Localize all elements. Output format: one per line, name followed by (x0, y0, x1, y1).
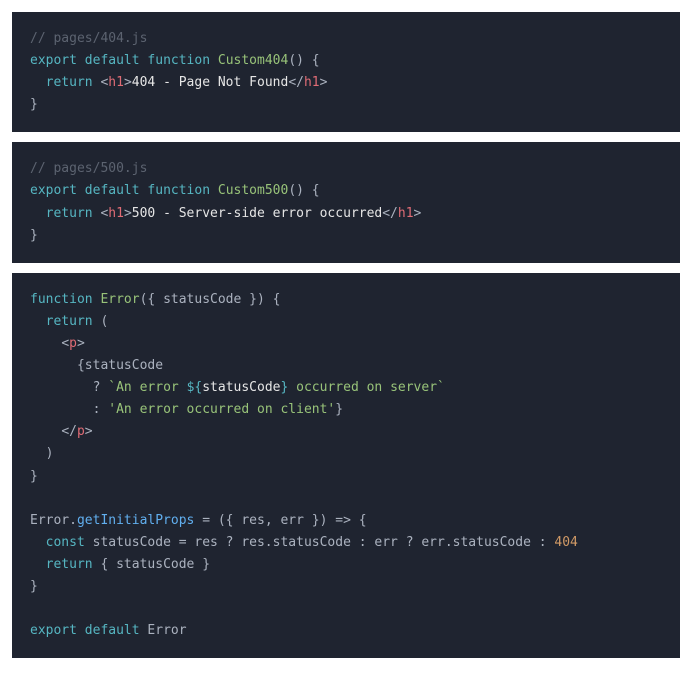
identifier: Error (140, 623, 187, 638)
kw-default: default (85, 53, 140, 68)
punct: > (85, 424, 93, 439)
template-var: statusCode (202, 380, 280, 395)
template-str: An error (116, 380, 186, 395)
code-pre: function Error({ statusCode }) { return … (30, 289, 662, 643)
ternary-colon: : (93, 402, 109, 417)
kw-export: export (30, 183, 77, 198)
punct: > (77, 336, 85, 351)
kw-const: const (46, 535, 85, 550)
punct: } (30, 228, 38, 243)
kw-function: function (147, 183, 210, 198)
jsx-tag: h1 (108, 75, 124, 90)
code-comment: // pages/404.js (30, 31, 147, 46)
jsx-tag: h1 (304, 75, 320, 90)
jsx-tag: h1 (398, 206, 414, 221)
template-str: occurred on server (288, 380, 437, 395)
punct: > (124, 75, 132, 90)
jsx-tag: h1 (108, 206, 124, 221)
punct: } (30, 97, 38, 112)
punct: } (335, 402, 343, 417)
jsx-tag: p (77, 424, 85, 439)
kw-return: return (46, 206, 93, 221)
code-block-500: // pages/500.js export default function … (12, 142, 680, 262)
kw-export: export (30, 53, 77, 68)
number-literal: 404 (554, 535, 577, 550)
punct: } (30, 469, 38, 484)
code-text: { statusCode } (93, 557, 210, 572)
punct: ({ statusCode }) { (140, 292, 281, 307)
code-pre: // pages/404.js export default function … (30, 28, 662, 116)
jsx-expr: {statusCode (77, 358, 163, 373)
punct: > (414, 206, 422, 221)
backtick: ` (108, 380, 116, 395)
jsx-tag: p (69, 336, 77, 351)
fn-name: Error (93, 292, 140, 307)
kw-export: export (30, 623, 77, 638)
punct: () (288, 183, 304, 198)
punct: ( (93, 314, 109, 329)
jsx-text: 500 - Server-side error occurred (132, 206, 382, 221)
code-text: statusCode = res ? res.statusCode : err … (85, 535, 555, 550)
kw-return: return (46, 557, 93, 572)
kw-default: default (85, 183, 140, 198)
code-block-error: function Error({ statusCode }) { return … (12, 273, 680, 659)
punct: </ (61, 424, 77, 439)
template-dollar: ${ (187, 380, 203, 395)
kw-default: default (85, 623, 140, 638)
punct: < (93, 206, 109, 221)
punct: ) (46, 446, 54, 461)
punct: { (304, 183, 320, 198)
punct: < (61, 336, 69, 351)
prop-name: getInitialProps (77, 513, 194, 528)
string-literal: 'An error occurred on client' (108, 402, 335, 417)
punct: </ (288, 75, 304, 90)
punct: = ({ res, err }) => { (194, 513, 366, 528)
punct: < (93, 75, 109, 90)
punct: () (288, 53, 304, 68)
jsx-text: 404 - Page Not Found (132, 75, 289, 90)
code-block-404: // pages/404.js export default function … (12, 12, 680, 132)
punct: </ (382, 206, 398, 221)
punct: } (30, 579, 38, 594)
punct: { (304, 53, 320, 68)
kw-return: return (46, 314, 93, 329)
code-comment: // pages/500.js (30, 161, 147, 176)
fn-name: Custom404 (218, 53, 288, 68)
kw-function: function (30, 292, 93, 307)
ternary-q: ? (93, 380, 109, 395)
backtick: ` (437, 380, 445, 395)
punct: > (320, 75, 328, 90)
fn-name: Custom500 (218, 183, 288, 198)
code-pre: // pages/500.js export default function … (30, 158, 662, 246)
identifier: Error. (30, 513, 77, 528)
kw-function: function (147, 53, 210, 68)
punct: > (124, 206, 132, 221)
kw-return: return (46, 75, 93, 90)
